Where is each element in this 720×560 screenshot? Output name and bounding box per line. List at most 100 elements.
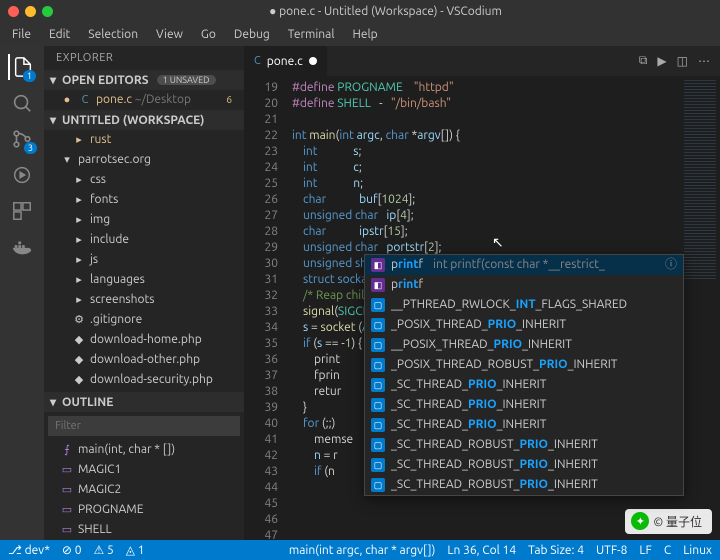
debug-icon[interactable]	[9, 162, 35, 188]
minimize-window-button[interactable]	[25, 6, 36, 17]
tab-bar: C pone.c ⧉ ▶ ◫ ⋯	[244, 46, 720, 76]
info-count[interactable]: ◬ 1	[126, 543, 145, 557]
suggest-item[interactable]: ▢_POSIX_THREAD_PRIO_INHERIT	[365, 315, 683, 335]
tree-item[interactable]: ▸js	[44, 250, 244, 270]
suggest-item[interactable]: ▢_SC_THREAD_ROBUST_PRIO_INHERIT	[365, 455, 683, 475]
c-file-icon: C	[78, 91, 92, 109]
git-branch[interactable]: ⎇ dev*	[8, 543, 50, 557]
close-window-button[interactable]	[8, 6, 19, 17]
cursor-position[interactable]: Ln 36, Col 14	[447, 544, 516, 557]
menu-debug[interactable]: Debug	[226, 26, 278, 43]
outline-item[interactable]: ⨍main(int, char * [])	[44, 440, 244, 460]
suggest-kind-icon: ▢	[371, 378, 385, 392]
tree-item[interactable]: ◆download-security.php	[44, 370, 244, 390]
tree-item[interactable]: ▸rust	[44, 130, 244, 150]
open-editor-item[interactable]: ●Cpone.c ~/Desktop6	[44, 90, 244, 110]
suggest-kind-icon: ▢	[371, 398, 385, 412]
scm-icon[interactable]: 3	[9, 126, 35, 152]
editor-group: C pone.c ⧉ ▶ ◫ ⋯ 19202122232425262728293…	[244, 46, 720, 540]
menu-view[interactable]: View	[148, 26, 191, 43]
menu-edit[interactable]: Edit	[41, 26, 78, 43]
suggest-kind-icon: ▢	[371, 478, 385, 492]
run-icon[interactable]: ▶	[657, 54, 666, 68]
outline-item[interactable]: ▭MAGIC1	[44, 460, 244, 480]
menu-help[interactable]: Help	[344, 26, 385, 43]
outline-filter-input[interactable]	[48, 416, 240, 436]
watermark: ✦ © 量子位	[625, 509, 712, 534]
suggest-kind-icon: ▢	[371, 438, 385, 452]
tree-icon: ⚙	[72, 311, 86, 329]
open-editors-section[interactable]: ▾ OPEN EDITORS 1 UNSAVED	[44, 70, 244, 90]
tree-icon: ▸	[72, 291, 86, 309]
suggest-item[interactable]: ▢_SC_THREAD_PRIO_INHERIT	[365, 415, 683, 435]
tree-item[interactable]: ▸screenshots	[44, 290, 244, 310]
eol-status[interactable]: LF	[639, 544, 651, 557]
suggest-kind-icon: ▢	[371, 458, 385, 472]
symbol-icon: ▭	[60, 521, 74, 539]
chevron-down-icon: ▾	[50, 395, 58, 409]
split-editor-icon[interactable]: ◫	[677, 54, 688, 68]
suggest-kind-icon: ▢	[371, 418, 385, 432]
info-icon[interactable]: ⓘ	[665, 257, 677, 273]
menu-file[interactable]: File	[4, 26, 39, 43]
extensions-icon[interactable]	[9, 198, 35, 224]
tree-item[interactable]: ◆download-home.php	[44, 330, 244, 350]
suggest-item[interactable]: ▢__PTHREAD_RWLOCK_INT_FLAGS_SHARED	[365, 295, 683, 315]
tree-item[interactable]: ⚙.gitignore	[44, 310, 244, 330]
dirty-dot-icon: ●	[60, 91, 74, 109]
compare-icon[interactable]: ⧉	[639, 54, 648, 68]
outline-section[interactable]: ▾ OUTLINE	[44, 392, 244, 412]
warnings-count[interactable]: ⚠ 5	[93, 543, 113, 557]
code-area[interactable]: 1920212223242526272829303132333435363738…	[244, 76, 720, 540]
tree-icon: ▸	[72, 171, 86, 189]
tab-pone-c[interactable]: C pone.c	[244, 46, 328, 76]
os-status[interactable]: Linux	[683, 544, 712, 557]
dirty-indicator-icon	[309, 57, 317, 65]
tree-item[interactable]: ▾parrotsec.org	[44, 150, 244, 170]
tree-item[interactable]: ▸include	[44, 230, 244, 250]
docker-icon[interactable]	[9, 234, 35, 260]
workspace-section[interactable]: ▾ UNTITLED (WORKSPACE)	[44, 110, 244, 130]
menu-terminal[interactable]: Terminal	[280, 26, 343, 43]
tree-item[interactable]: ▸languages	[44, 270, 244, 290]
suggest-item[interactable]: ◧printfint printf(const char *__restrict…	[365, 255, 683, 275]
suggest-item[interactable]: ▢_POSIX_THREAD_ROBUST_PRIO_INHERIT	[365, 355, 683, 375]
menu-selection[interactable]: Selection	[80, 26, 146, 43]
maximize-window-button[interactable]	[42, 6, 53, 17]
language-status[interactable]: C	[664, 544, 671, 557]
tree-icon: ▸	[72, 231, 86, 249]
encoding-status[interactable]: UTF-8	[596, 544, 627, 557]
tree-icon: ▸	[72, 131, 86, 149]
scm-badge: 3	[24, 142, 37, 154]
menu-go[interactable]: Go	[193, 26, 224, 43]
sidebar: EXPLORER ▾ OPEN EDITORS 1 UNSAVED ●Cpone…	[44, 46, 244, 540]
explorer-icon[interactable]: 1	[8, 54, 34, 80]
tree-item[interactable]: ▸img	[44, 210, 244, 230]
suggest-item[interactable]: ▢_SC_THREAD_ROBUST_PRIO_INHERIT	[365, 475, 683, 495]
errors-count[interactable]: ⊘ 0	[62, 543, 82, 557]
suggest-item[interactable]: ▢_SC_THREAD_ROBUST_PRIO_INHERIT	[365, 435, 683, 455]
breadcrumb[interactable]: main(int argc, char * argv[])	[289, 544, 435, 557]
tree-item[interactable]: ▸fonts	[44, 190, 244, 210]
suggest-item[interactable]: ▢__POSIX_THREAD_PRIO_INHERIT	[365, 335, 683, 355]
outline-item[interactable]: ▭MAGIC2	[44, 480, 244, 500]
outline-item[interactable]: ▭SHELL	[44, 520, 244, 540]
more-icon[interactable]: ⋯	[698, 54, 710, 68]
sidebar-title: EXPLORER	[44, 46, 244, 70]
tree-item[interactable]: ▸css	[44, 170, 244, 190]
minimap[interactable]	[680, 76, 720, 540]
chevron-down-icon: ▾	[50, 73, 58, 87]
explorer-badge: 1	[23, 70, 36, 82]
unsaved-badge: 1 UNSAVED	[157, 75, 216, 85]
suggest-item[interactable]: ▢_SC_THREAD_PRIO_INHERIT	[365, 375, 683, 395]
search-icon[interactable]	[9, 90, 35, 116]
suggest-kind-icon: ▢	[371, 318, 385, 332]
suggest-widget[interactable]: ◧printfint printf(const char *__restrict…	[364, 254, 684, 496]
suggest-kind-icon: ▢	[371, 358, 385, 372]
suggest-item[interactable]: ◧printf	[365, 275, 683, 295]
tree-item[interactable]: ◆download-other.php	[44, 350, 244, 370]
indent-status[interactable]: Tab Size: 4	[528, 544, 584, 557]
gutter: 1920212223242526272829303132333435363738…	[244, 76, 288, 540]
suggest-item[interactable]: ▢_SC_THREAD_PRIO_INHERIT	[365, 395, 683, 415]
outline-item[interactable]: ▭PROGNAME	[44, 500, 244, 520]
